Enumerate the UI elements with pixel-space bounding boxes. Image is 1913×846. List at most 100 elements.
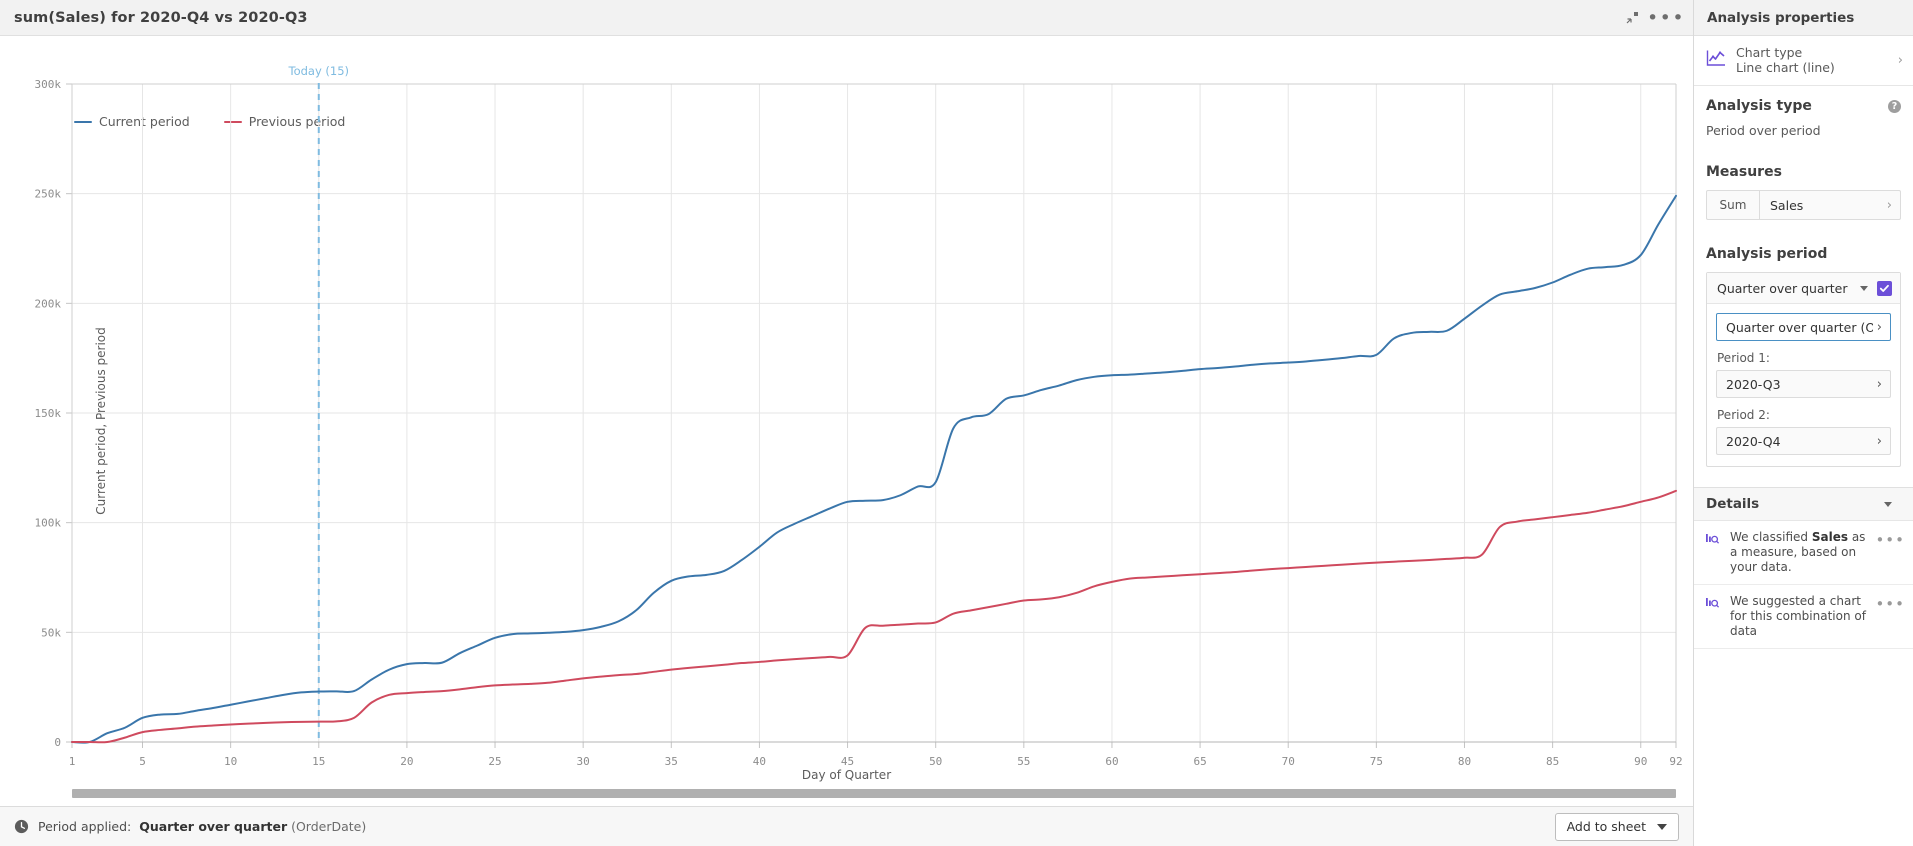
- ellipsis-icon[interactable]: •••: [1647, 5, 1684, 31]
- svg-text:70: 70: [1282, 755, 1295, 768]
- period-applied-value: Quarter over quarter: [139, 819, 288, 834]
- measure-item-sales[interactable]: Sum Sales ›: [1706, 190, 1901, 220]
- detail-text: We classified Sales as a measure, based …: [1723, 530, 1875, 575]
- svg-text:35: 35: [665, 755, 678, 768]
- period2-value: 2020-Q4: [1726, 433, 1781, 449]
- svg-text:100k: 100k: [35, 517, 62, 530]
- analysis-type-value: Period over period: [1706, 123, 1821, 138]
- add-to-sheet-label: Add to sheet: [1566, 819, 1646, 834]
- svg-text:30: 30: [577, 755, 590, 768]
- period-applied-label: Period applied:: [38, 819, 132, 834]
- period-dimension-label: Quarter over quarter (Order…: [1726, 319, 1873, 335]
- chart-body: Current period Previous period Current p…: [0, 36, 1693, 806]
- svg-text:75: 75: [1370, 755, 1383, 768]
- plot-svg: 050k100k150k200k250k300k1 5 10 15 20 25 30 35 40…: [35, 64, 1683, 768]
- measures-section: Measures Sum Sales ›: [1694, 138, 1913, 220]
- analysis-type-title-row: Analysis type ?: [1706, 98, 1901, 114]
- svg-text:250k: 250k: [35, 188, 62, 201]
- svg-text:45: 45: [841, 755, 854, 768]
- chart-type-row[interactable]: Chart type Line chart (line) ›: [1694, 36, 1913, 86]
- period1-label: Period 1:: [1717, 351, 1770, 365]
- detail-text-pre: We suggested a chart for this combinatio…: [1730, 594, 1866, 638]
- svg-text:50: 50: [929, 755, 942, 768]
- help-icon[interactable]: ?: [1888, 99, 1901, 113]
- analysis-period-section: Analysis period Quarter over quarter Qua…: [1694, 220, 1913, 467]
- insight-icon: [1705, 532, 1723, 550]
- period2-button[interactable]: 2020-Q4 ›: [1716, 427, 1891, 455]
- chevron-down-icon[interactable]: [1884, 501, 1892, 507]
- period2-label: Period 2:: [1717, 408, 1770, 422]
- chevron-right-icon[interactable]: ›: [1877, 377, 1882, 392]
- svg-text:92: 92: [1669, 755, 1682, 768]
- svg-text:50k: 50k: [41, 626, 61, 639]
- detail-item[interactable]: We classified Sales as a measure, based …: [1694, 521, 1913, 585]
- measures-title: Measures: [1706, 164, 1782, 180]
- svg-text:90: 90: [1634, 755, 1647, 768]
- panel-title: Analysis properties: [1694, 0, 1913, 36]
- chevron-right-icon[interactable]: ›: [1877, 434, 1882, 449]
- chart-pane: sum(Sales) for 2020-Q4 vs 2020-Q3 ••• Cu…: [0, 0, 1694, 846]
- svg-text:65: 65: [1193, 755, 1206, 768]
- chart-type-text: Chart type Line chart (line): [1736, 45, 1894, 75]
- svg-text:80: 80: [1458, 755, 1471, 768]
- panel-scroll: Chart type Line chart (line) › Analysis …: [1694, 36, 1913, 846]
- detail-text: We suggested a chart for this combinatio…: [1723, 594, 1875, 639]
- chevron-right-icon[interactable]: ›: [1898, 53, 1903, 68]
- period-applied-text: Period applied: Quarter over quarter (Or…: [38, 819, 366, 834]
- period-dimension-button[interactable]: Quarter over quarter (Order… ›: [1716, 313, 1891, 341]
- analysis-period-select[interactable]: Quarter over quarter: [1707, 281, 1860, 296]
- period1-button[interactable]: 2020-Q3 ›: [1716, 370, 1891, 398]
- horizontal-scrollbar[interactable]: [0, 789, 1693, 798]
- insight-icon: [1705, 596, 1723, 614]
- svg-text:0: 0: [54, 736, 61, 749]
- detail-more-icon[interactable]: •••: [1875, 597, 1905, 612]
- svg-text:150k: 150k: [35, 407, 62, 420]
- svg-text:60: 60: [1105, 755, 1118, 768]
- detail-more-icon[interactable]: •••: [1875, 533, 1905, 548]
- analysis-period-box: Quarter over quarter Quarter over quarte…: [1706, 272, 1901, 467]
- svg-text:40: 40: [753, 755, 766, 768]
- chart-titlebar: sum(Sales) for 2020-Q4 vs 2020-Q3 •••: [0, 0, 1693, 36]
- chart-type-label: Chart type: [1736, 45, 1803, 60]
- svg-text:1: 1: [69, 755, 76, 768]
- period-applied-field: (OrderDate): [291, 819, 367, 834]
- add-to-sheet-button[interactable]: Add to sheet: [1554, 812, 1679, 841]
- page-title: sum(Sales) for 2020-Q4 vs 2020-Q3: [14, 9, 308, 26]
- analysis-period-header: Quarter over quarter: [1707, 273, 1900, 304]
- app-root: sum(Sales) for 2020-Q4 vs 2020-Q3 ••• Cu…: [0, 0, 1913, 846]
- measure-field: Sales: [1770, 197, 1804, 213]
- chart-type-value: Line chart (line): [1736, 60, 1835, 75]
- svg-text:85: 85: [1546, 755, 1559, 768]
- svg-text:25: 25: [488, 755, 501, 768]
- svg-text:20: 20: [400, 755, 413, 768]
- svg-text:300k: 300k: [35, 78, 62, 91]
- svg-text:Today (15): Today (15): [288, 64, 350, 78]
- clock-icon: [14, 819, 29, 834]
- chevron-down-icon[interactable]: [1657, 823, 1667, 830]
- analysis-period-title: Analysis period: [1706, 246, 1828, 262]
- svg-text:5: 5: [139, 755, 146, 768]
- detail-text-bold: Sales: [1811, 530, 1848, 544]
- measure-aggregation: Sum: [1719, 198, 1747, 212]
- scrollbar-thumb[interactable]: [72, 789, 1676, 798]
- svg-text:10: 10: [224, 755, 237, 768]
- line-chart-icon: [1706, 49, 1728, 71]
- chevron-right-icon[interactable]: ›: [1887, 198, 1892, 213]
- plot-area: 0 50k 100k 150k 200k 250k 300k 1 5 10 15 20 25 30 35 40…: [0, 36, 1693, 806]
- chart-footer: Period applied: Quarter over quarter (Or…: [0, 806, 1693, 846]
- detail-item[interactable]: We suggested a chart for this combinatio…: [1694, 585, 1913, 649]
- svg-text:15: 15: [312, 755, 325, 768]
- svg-text:55: 55: [1017, 755, 1030, 768]
- chevron-down-icon[interactable]: [1860, 285, 1868, 291]
- period1-value: 2020-Q3: [1726, 376, 1781, 392]
- collapse-icon[interactable]: [1619, 5, 1645, 31]
- chevron-right-icon[interactable]: ›: [1877, 320, 1882, 335]
- analysis-properties-panel: Analysis properties Chart type Line char…: [1694, 0, 1913, 846]
- detail-text-pre: We classified: [1730, 530, 1812, 544]
- details-title: Details: [1706, 496, 1760, 512]
- details-header[interactable]: Details: [1694, 487, 1913, 521]
- analysis-period-body: Quarter over quarter (Order… › Period 1:…: [1707, 304, 1900, 466]
- analysis-type-title: Analysis type: [1706, 98, 1812, 114]
- analysis-period-checkbox[interactable]: [1877, 280, 1892, 296]
- analysis-type-section: Analysis type ? Period over period: [1694, 86, 1913, 138]
